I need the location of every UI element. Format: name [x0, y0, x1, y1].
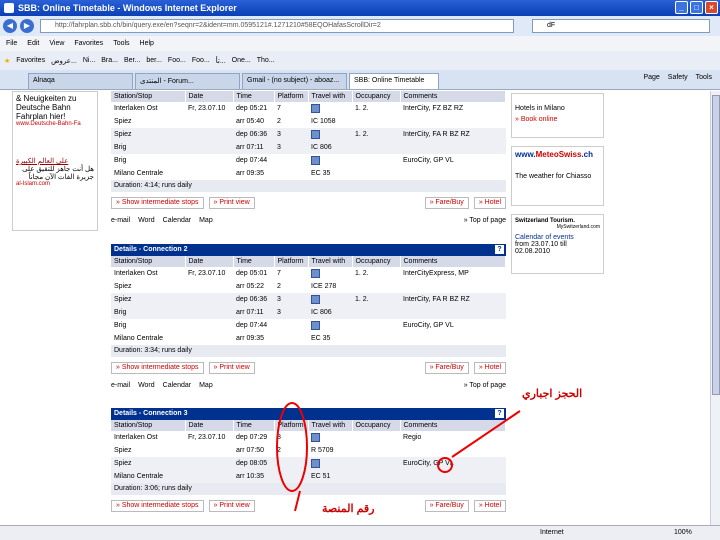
annotation-overlay — [276, 402, 521, 512]
star-icon: ★ — [4, 57, 11, 65]
platform-circle — [276, 402, 308, 492]
fav-item[interactable]: Ber... — [124, 57, 140, 64]
vertical-scrollbar[interactable] — [710, 91, 720, 525]
search-input[interactable]: dF — [532, 19, 710, 33]
fav-item[interactable]: One... — [232, 57, 251, 64]
fav-item[interactable]: Foo... — [192, 57, 210, 64]
forward-button[interactable]: ▶ — [20, 19, 34, 33]
fav-item[interactable]: تأ... — [216, 57, 226, 65]
favorites-button[interactable]: Favorites — [16, 57, 45, 64]
window-title: SBB: Online Timetable - Windows Internet… — [18, 3, 237, 13]
minimize-button[interactable]: _ — [675, 1, 688, 14]
page-content: & Neuigkeiten zu Deutsche Bahn Fahrplan … — [0, 91, 710, 525]
platform-annotation: رقم المنصة — [322, 503, 375, 515]
address-bar: ◀ ▶ http://fahrplan.sbb.ch/bin/query.exe… — [0, 16, 720, 36]
menu-file[interactable]: File — [6, 40, 17, 47]
fav-item[interactable]: عروض... — [51, 57, 77, 65]
scrollbar-thumb[interactable] — [712, 95, 720, 395]
close-window-button[interactable]: × — [705, 1, 718, 14]
tab-forum[interactable]: المنتدى - Forum... — [135, 73, 240, 89]
reservation-arrow — [451, 410, 521, 458]
tab-gmail[interactable]: Gmail - (no subject) - aboaz... — [242, 73, 347, 89]
window-titlebar: SBB: Online Timetable - Windows Internet… — [0, 0, 720, 16]
safety-menu[interactable]: Safety — [668, 74, 688, 81]
platform-arrow — [294, 490, 301, 512]
fav-item[interactable]: Ni... — [83, 57, 95, 64]
menu-edit[interactable]: Edit — [27, 40, 39, 47]
menu-view[interactable]: View — [49, 40, 64, 47]
zoom-level[interactable]: 100% — [674, 529, 692, 536]
fav-item[interactable]: Foo... — [168, 57, 186, 64]
back-button[interactable]: ◀ — [3, 19, 17, 33]
status-bar: Internet 100% — [0, 525, 720, 540]
tools-menu[interactable]: Tools — [696, 74, 712, 81]
reservation-annotation: الحجز اجباري — [522, 388, 583, 400]
tab-alnaqa[interactable]: Alnaqa — [28, 73, 133, 89]
tab-sbb[interactable]: SBB: Online Timetable — [349, 73, 439, 89]
fav-item[interactable]: Tho... — [257, 57, 275, 64]
url-input[interactable]: http://fahrplan.sbb.ch/bin/query.exe/en?… — [40, 19, 514, 33]
fav-item[interactable]: Bra... — [101, 57, 118, 64]
menu-help[interactable]: Help — [140, 40, 154, 47]
zone-label: Internet — [540, 529, 564, 536]
tab-bar: Alnaqa المنتدى - Forum... Gmail - (no su… — [0, 70, 720, 90]
page-menu[interactable]: Page — [643, 74, 659, 81]
menu-bar: File Edit View Favorites Tools Help — [0, 36, 720, 51]
menu-favorites[interactable]: Favorites — [74, 40, 103, 47]
menu-tools[interactable]: Tools — [113, 40, 129, 47]
favorites-bar: ★ Favorites عروض... Ni... Bra... Ber... … — [0, 51, 720, 70]
fav-item[interactable]: ber... — [146, 57, 162, 64]
maximize-button[interactable]: □ — [690, 1, 703, 14]
ie-icon — [4, 3, 14, 13]
reservation-circle — [437, 457, 453, 473]
